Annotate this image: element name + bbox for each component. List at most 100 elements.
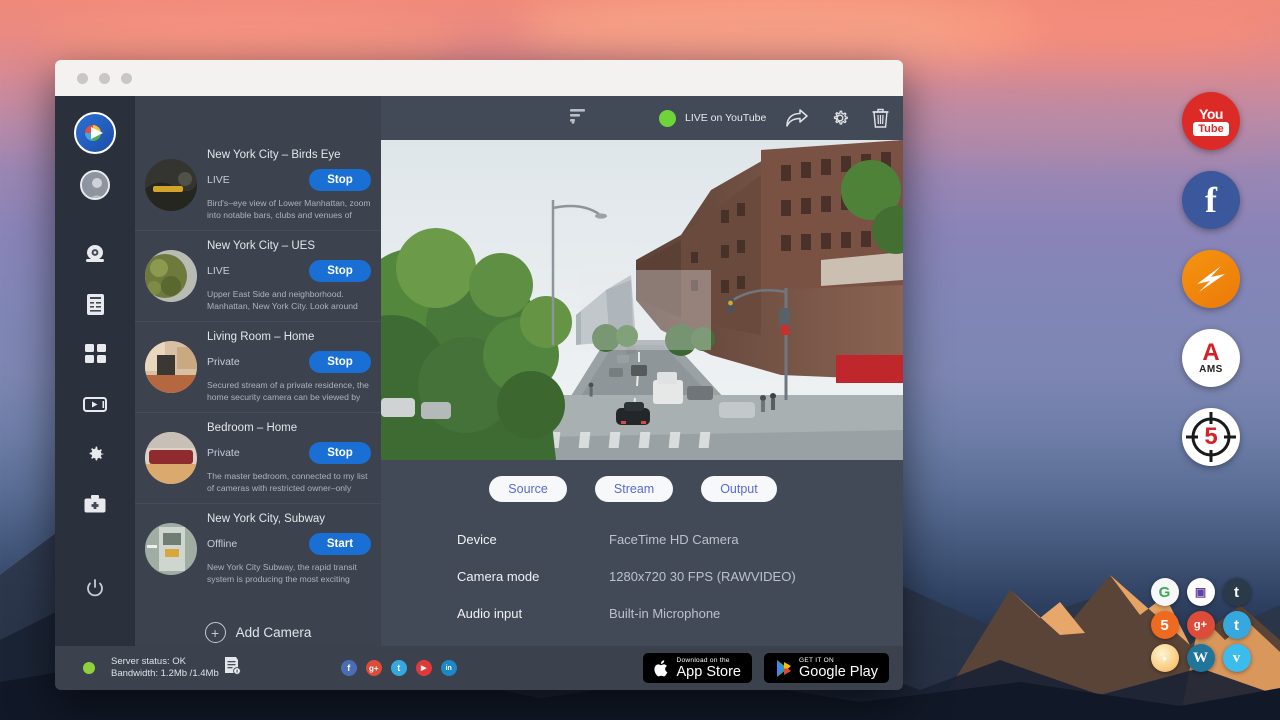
sidebar-item-videos[interactable] [75, 384, 115, 424]
detail-value: 1280x720 30 FPS (RAWVIDEO) [609, 569, 796, 584]
trash-icon [872, 108, 889, 128]
avatar-icon [82, 172, 110, 200]
camera-thumbnail [145, 341, 197, 393]
bandwidth-text: Bandwidth: 1.2Mb /1.4Mb [111, 668, 219, 680]
camera-list-item[interactable]: Living Room – Home Private Stop Secured … [135, 322, 381, 413]
facebook-link[interactable]: f [341, 660, 357, 676]
add-camera-button[interactable]: + Add Camera [135, 594, 381, 643]
settings-tabs: Source Stream Output [381, 460, 903, 502]
share-button[interactable] [786, 109, 808, 127]
vimeo-icon[interactable]: v [1223, 644, 1251, 672]
facebook-shortcut[interactable]: f [1182, 171, 1240, 229]
camera-toggle-button[interactable]: Stop [309, 169, 371, 191]
google-plus-link[interactable]: g+ [366, 660, 382, 676]
target5-shortcut[interactable]: 5 [1182, 408, 1240, 466]
tumblr-glyph: t [1234, 584, 1239, 601]
youtube-link[interactable]: ▶ [416, 660, 432, 676]
target-number: 5 [1204, 423, 1217, 451]
camera-toggle-button[interactable]: Start [309, 533, 371, 555]
social-links: f g+ t ▶ in [341, 660, 457, 676]
video-preview[interactable] [381, 140, 903, 460]
filter-sort-icon[interactable] [570, 107, 587, 129]
shoutcast-icon[interactable]: 5 [1151, 611, 1179, 639]
youtube-glyph: ▶ [421, 664, 426, 672]
title-bar [55, 60, 903, 96]
camera-state: Private [207, 447, 240, 459]
app-window: New York City – Birds Eye LIVE Stop Bird… [55, 60, 903, 690]
flare-icon[interactable]: ● [1151, 644, 1179, 672]
camera-state: LIVE [207, 174, 230, 186]
minimize-button[interactable] [99, 73, 110, 84]
main-toolbar: LIVE on YouTube [381, 96, 903, 140]
detail-value: Built-in Microphone [609, 606, 720, 621]
tab-stream[interactable]: Stream [595, 476, 673, 502]
adobe-ams-shortcut[interactable]: A AMS [1182, 329, 1240, 387]
thumb-art [145, 432, 197, 484]
youtube-shortcut[interactable]: You Tube [1182, 92, 1240, 150]
camera-description: The master bedroom, connected to my list… [207, 471, 371, 494]
camera-list-item[interactable]: New York City – UES LIVE Stop Upper East… [135, 231, 381, 322]
close-button[interactable] [77, 73, 88, 84]
video-frame [381, 140, 903, 460]
sidebar-item-power[interactable] [75, 568, 115, 608]
camera-list-item[interactable]: Bedroom – Home Private Stop The master b… [135, 413, 381, 504]
live-status-badge: LIVE on YouTube [659, 110, 766, 127]
google-play-badge[interactable]: GET IT ON Google Play [764, 653, 889, 683]
detail-row: Camera mode 1280x720 30 FPS (RAWVIDEO) [457, 569, 903, 584]
thumb-art [145, 250, 197, 302]
linkedin-link[interactable]: in [441, 660, 457, 676]
youtube-tube-text: Tube [1193, 122, 1228, 136]
source-details: Device FaceTime HD Camera Camera mode 12… [381, 502, 903, 643]
sidebar-item-cameras[interactable] [75, 234, 115, 274]
wowza-shortcut[interactable] [1182, 250, 1240, 308]
document-info-icon[interactable] [224, 656, 241, 680]
camera-name: New York City – UES [207, 240, 371, 252]
tab-source[interactable]: Source [489, 476, 567, 502]
first-aid-kit-icon [84, 495, 106, 513]
sidebar-item-settings[interactable] [75, 434, 115, 474]
sidebar-item-support[interactable] [75, 484, 115, 524]
settings-button[interactable] [830, 108, 850, 128]
google-plus-icon[interactable]: g+ [1187, 611, 1215, 639]
document-list-icon [86, 293, 105, 316]
sidebar-item-dashboard[interactable] [75, 334, 115, 374]
detail-label: Audio input [457, 606, 609, 621]
camera-name: Living Room – Home [207, 331, 371, 343]
twitch-icon[interactable]: ▣ [1187, 578, 1215, 606]
camera-list-item[interactable]: New York City, Subway Offline Start New … [135, 504, 381, 594]
google-play-label: Google Play [799, 665, 878, 680]
desktop-service-grid: G ▣ t 5 g+ t ● W v [1147, 578, 1254, 672]
g-icon[interactable]: G [1151, 578, 1179, 606]
camera-list-item[interactable]: New York City – Birds Eye LIVE Stop Bird… [135, 140, 381, 231]
tab-output[interactable]: Output [701, 476, 777, 502]
camera-name: New York City – Birds Eye [207, 149, 371, 161]
camera-state: Offline [207, 538, 237, 550]
main-panel: LIVE on YouTube [381, 96, 903, 646]
power-icon [86, 579, 104, 597]
camera-toggle-button[interactable]: Stop [309, 442, 371, 464]
facebook-glyph: f [1205, 182, 1217, 218]
camera-list[interactable]: New York City – Birds Eye LIVE Stop Bird… [135, 140, 381, 646]
camera-toggle-button[interactable]: Stop [309, 351, 371, 373]
app-store-badge[interactable]: Download on the App Store [643, 653, 753, 683]
youtube-you-text: You [1199, 107, 1223, 121]
vimeo-glyph: v [1233, 650, 1241, 667]
app-logo[interactable] [74, 112, 116, 154]
wowza-bolt-icon [1191, 262, 1231, 296]
detail-label: Device [457, 532, 609, 547]
twitter-link[interactable]: t [391, 660, 407, 676]
maximize-button[interactable] [121, 73, 132, 84]
camera-description: Bird's–eye view of Lower Manhattan, zoom… [207, 198, 371, 221]
twitter-glyph: t [1234, 617, 1239, 634]
camera-thumbnail [145, 250, 197, 302]
tumblr-icon[interactable]: t [1223, 578, 1251, 606]
twitter-glyph: t [397, 663, 400, 673]
camera-toggle-button[interactable]: Stop [309, 260, 371, 282]
thumb-art [145, 159, 197, 211]
wordpress-icon[interactable]: W [1187, 644, 1215, 672]
sidebar-item-logs[interactable] [75, 284, 115, 324]
user-avatar[interactable] [80, 170, 110, 200]
delete-button[interactable] [872, 108, 889, 128]
linkedin-glyph: in [446, 665, 452, 672]
twitter-icon[interactable]: t [1223, 611, 1251, 639]
